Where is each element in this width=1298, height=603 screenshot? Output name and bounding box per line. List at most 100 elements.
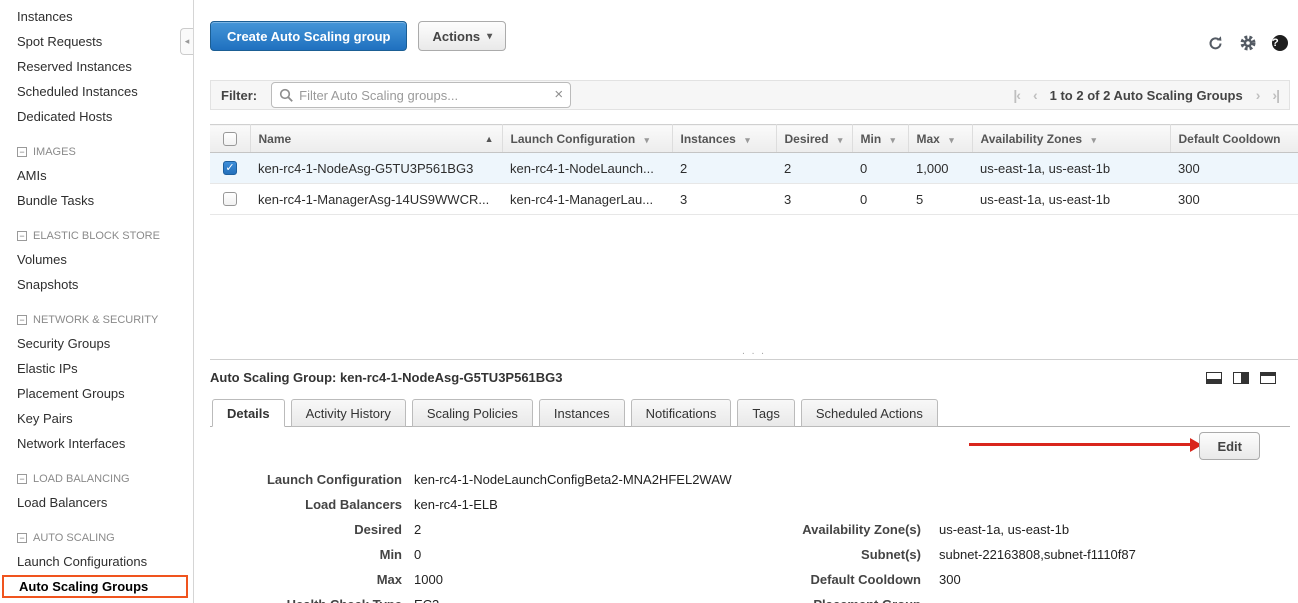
sidebar-item-scheduled-instances[interactable]: Scheduled Instances xyxy=(0,79,193,104)
actions-button[interactable]: Actions ▾ xyxy=(418,21,506,51)
field-label-max: Max xyxy=(210,572,402,587)
sort-caret-icon: ▾ xyxy=(838,135,843,145)
cell-availability-zones: us-east-1a, us-east-1b xyxy=(972,184,1170,215)
sidebar-item-amis[interactable]: AMIs xyxy=(0,163,193,188)
cell-min: 0 xyxy=(852,184,908,215)
tab-scaling-policies[interactable]: Scaling Policies xyxy=(412,399,533,427)
sidebar-item-spot-requests[interactable]: Spot Requests xyxy=(0,29,193,54)
create-auto-scaling-group-button[interactable]: Create Auto Scaling group xyxy=(210,21,407,51)
ec2-console: Instances Spot Requests Reserved Instanc… xyxy=(0,0,1298,603)
section-title: LOAD BALANCING xyxy=(33,473,130,485)
last-page-icon[interactable]: ›| xyxy=(1272,87,1279,103)
sidebar-item-bundle-tasks[interactable]: Bundle Tasks xyxy=(0,188,193,213)
column-label: Name xyxy=(259,132,292,146)
sidebar-item-elastic-ips[interactable]: Elastic IPs xyxy=(0,356,193,381)
column-header-max[interactable]: Max ▾ xyxy=(908,125,972,153)
sidebar-item-reserved-instances[interactable]: Reserved Instances xyxy=(0,54,193,79)
refresh-icon[interactable] xyxy=(1207,35,1224,52)
section-collapse-icon: − xyxy=(17,533,27,543)
pagination-summary: 1 to 2 of 2 Auto Scaling Groups xyxy=(1050,88,1243,103)
column-header-name[interactable]: Name ▲ xyxy=(250,125,502,153)
tab-scheduled-actions[interactable]: Scheduled Actions xyxy=(801,399,938,427)
field-value-subnets: subnet-22163808,subnet-f1110f87 xyxy=(939,547,1136,562)
column-header-desired[interactable]: Desired ▾ xyxy=(776,125,852,153)
help-icon[interactable]: ? xyxy=(1272,35,1288,51)
select-all-checkbox[interactable] xyxy=(223,132,237,146)
select-all-header xyxy=(210,125,250,153)
pane-bottom-icon[interactable] xyxy=(1206,372,1222,384)
filter-input[interactable] xyxy=(299,88,546,103)
column-header-launch-configuration[interactable]: Launch Configuration ▾ xyxy=(502,125,672,153)
field-label-load-balancers: Load Balancers xyxy=(210,497,402,512)
tab-activity-history[interactable]: Activity History xyxy=(291,399,406,427)
table-row[interactable]: ✓ ken-rc4-1-NodeAsg-G5TU3P561BG3 ken-rc4… xyxy=(210,153,1298,184)
detail-header: Auto Scaling Group: ken-rc4-1-NodeAsg-G5… xyxy=(210,360,1290,385)
field-value-max: 1000 xyxy=(414,572,443,587)
sidebar-item-network-interfaces[interactable]: Network Interfaces xyxy=(0,431,193,456)
column-label: Instances xyxy=(681,132,736,146)
tab-instances[interactable]: Instances xyxy=(539,399,625,427)
asg-table-container: Name ▲ Launch Configuration ▾ Instances … xyxy=(210,124,1298,215)
detail-panel-title: Auto Scaling Group: ken-rc4-1-NodeAsg-G5… xyxy=(210,370,563,385)
pane-split-icon[interactable] xyxy=(1233,372,1249,384)
column-header-default-cooldown[interactable]: Default Cooldown xyxy=(1170,125,1298,153)
tab-notifications[interactable]: Notifications xyxy=(631,399,732,427)
sidebar-item-auto-scaling-groups[interactable]: Auto Scaling Groups xyxy=(2,575,188,598)
sidebar-item-instances[interactable]: Instances xyxy=(0,4,193,29)
row-checkbox[interactable]: ✓ xyxy=(223,161,237,175)
sidebar-item-launch-configurations[interactable]: Launch Configurations xyxy=(0,549,193,574)
field-label-subnets: Subnet(s) xyxy=(791,547,921,562)
clear-filter-icon[interactable]: × xyxy=(554,86,563,103)
column-header-availability-zones[interactable]: Availability Zones ▾ xyxy=(972,125,1170,153)
sidebar-section-network-security[interactable]: − NETWORK & SECURITY xyxy=(0,309,193,331)
column-header-instances[interactable]: Instances ▾ xyxy=(672,125,776,153)
sidebar-section-images[interactable]: − IMAGES xyxy=(0,141,193,163)
cell-launch-configuration: ken-rc4-1-NodeLaunch... xyxy=(502,153,672,184)
section-title: IMAGES xyxy=(33,146,76,158)
next-page-icon[interactable]: › xyxy=(1256,87,1260,103)
tab-tags[interactable]: Tags xyxy=(737,399,794,427)
field-value-min: 0 xyxy=(414,547,421,562)
detail-panel: ∙ ∙ ∙ Auto Scaling Group: ken-rc4-1-Node… xyxy=(210,359,1298,603)
first-page-icon[interactable]: |‹ xyxy=(1013,87,1020,103)
sidebar-item-snapshots[interactable]: Snapshots xyxy=(0,272,193,297)
sidebar-item-key-pairs[interactable]: Key Pairs xyxy=(0,406,193,431)
sidebar: Instances Spot Requests Reserved Instanc… xyxy=(0,0,194,603)
sidebar-section-auto-scaling[interactable]: − AUTO SCALING xyxy=(0,527,193,549)
cell-min: 0 xyxy=(852,153,908,184)
sort-ascending-icon: ▲ xyxy=(485,134,494,144)
section-collapse-icon: − xyxy=(17,147,27,157)
column-header-min[interactable]: Min ▾ xyxy=(852,125,908,153)
panel-resize-handle[interactable]: ∙ ∙ ∙ xyxy=(742,348,766,359)
detail-tabs: Details Activity History Scaling Policie… xyxy=(210,397,1290,427)
cell-name: ken-rc4-1-NodeAsg-G5TU3P561BG3 xyxy=(250,153,502,184)
cell-instances: 2 xyxy=(672,153,776,184)
sort-caret-icon: ▾ xyxy=(645,135,650,145)
pane-maximize-icon[interactable] xyxy=(1260,372,1276,384)
toolbar: Create Auto Scaling group Actions ▾ xyxy=(210,21,1298,51)
sidebar-item-placement-groups[interactable]: Placement Groups xyxy=(0,381,193,406)
settings-gear-icon[interactable] xyxy=(1239,34,1257,52)
sidebar-item-load-balancers[interactable]: Load Balancers xyxy=(0,490,193,515)
sidebar-item-dedicated-hosts[interactable]: Dedicated Hosts xyxy=(0,104,193,129)
sidebar-item-security-groups[interactable]: Security Groups xyxy=(0,331,193,356)
actions-button-label: Actions xyxy=(432,29,480,44)
tab-details[interactable]: Details xyxy=(212,399,285,427)
column-label: Default Cooldown xyxy=(1179,132,1281,146)
column-label: Launch Configuration xyxy=(511,132,636,146)
column-label: Availability Zones xyxy=(981,132,1083,146)
row-checkbox[interactable] xyxy=(223,192,237,206)
field-label-default-cooldown: Default Cooldown xyxy=(791,572,921,587)
sidebar-section-elastic-block-store[interactable]: − ELASTIC BLOCK STORE xyxy=(0,225,193,247)
sidebar-section-load-balancing[interactable]: − LOAD BALANCING xyxy=(0,468,193,490)
sidebar-item-volumes[interactable]: Volumes xyxy=(0,247,193,272)
sidebar-collapse-handle[interactable]: ◂ xyxy=(180,28,193,55)
detail-body: Edit Launch Configuration ken-rc4-1-Node… xyxy=(210,427,1290,603)
cell-launch-configuration: ken-rc4-1-ManagerLau... xyxy=(502,184,672,215)
sort-caret-icon: ▾ xyxy=(891,135,896,145)
prev-page-icon[interactable]: ‹ xyxy=(1033,87,1037,103)
edit-button[interactable]: Edit xyxy=(1199,432,1260,460)
table-row[interactable]: ken-rc4-1-ManagerAsg-14US9WWCR... ken-rc… xyxy=(210,184,1298,215)
filter-label: Filter: xyxy=(221,88,257,103)
cell-desired: 2 xyxy=(776,153,852,184)
